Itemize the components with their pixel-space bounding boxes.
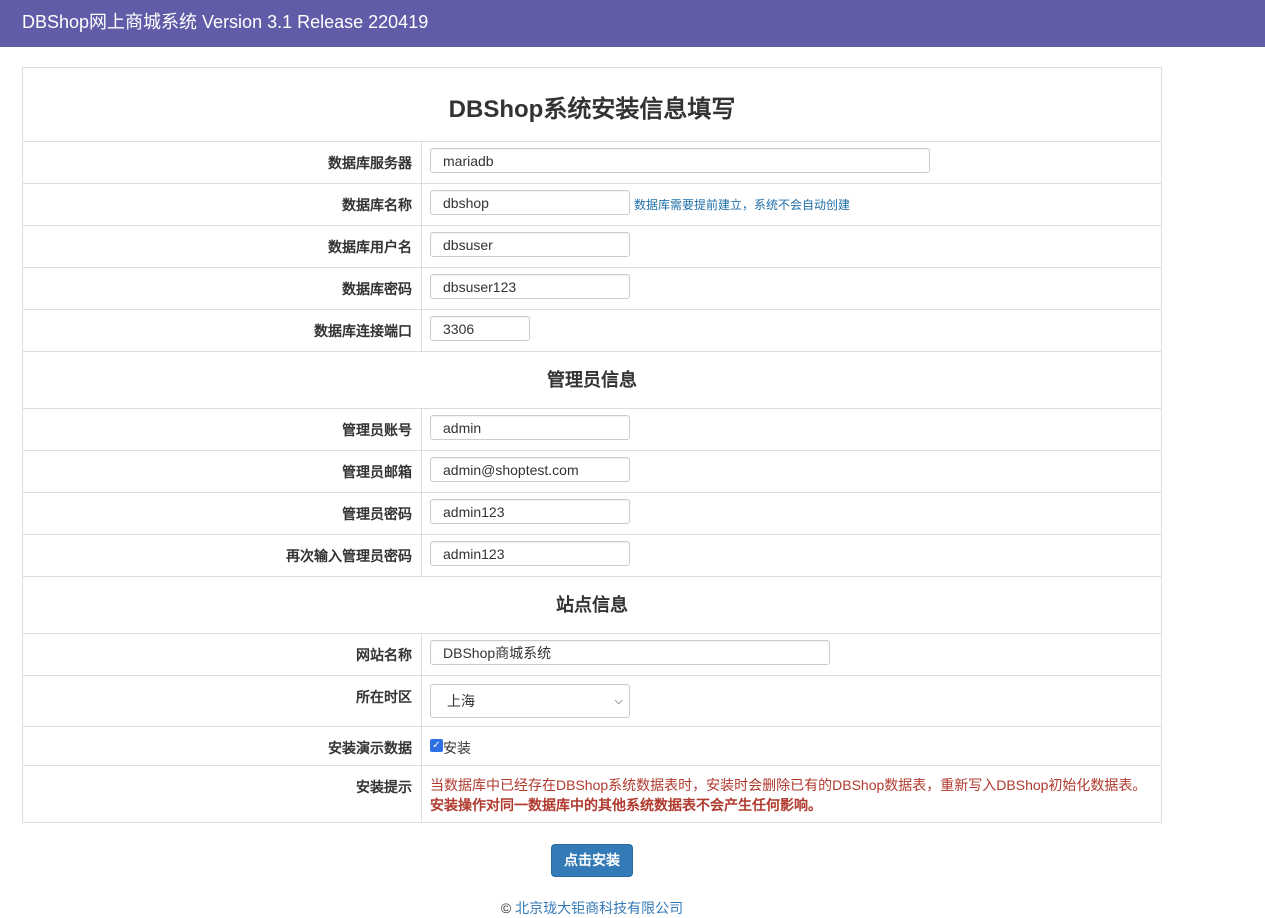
db-name-label: 数据库名称 <box>23 184 422 225</box>
site-section-title: 站点信息 <box>23 577 1161 634</box>
db-name-input[interactable] <box>430 190 630 215</box>
chevron-down-icon: ⌵ <box>614 694 623 707</box>
admin-account-row: 管理员账号 <box>23 409 1161 451</box>
install-warning-line2: 安装操作对同一数据库中的其他系统数据表不会产生任何影响。 <box>430 797 822 813</box>
copyright-symbol: © <box>500 900 512 916</box>
admin-password-label: 管理员密码 <box>23 493 422 534</box>
admin-email-input[interactable] <box>430 457 630 482</box>
install-button[interactable]: 点击安装 <box>551 844 633 877</box>
db-user-label: 数据库用户名 <box>23 226 422 267</box>
admin-section-title: 管理员信息 <box>23 352 1161 409</box>
admin-email-label: 管理员邮箱 <box>23 451 422 492</box>
db-port-input[interactable] <box>430 316 530 341</box>
timezone-row: 所在时区 上海 ⌵ <box>23 676 1161 727</box>
demo-data-checkbox[interactable]: ✓ <box>430 739 443 752</box>
db-password-row: 数据库密码 <box>23 268 1161 310</box>
admin-account-input[interactable] <box>430 415 630 440</box>
timezone-selected-value: 上海 <box>447 693 475 709</box>
site-name-label: 网站名称 <box>23 634 422 675</box>
install-hint-label: 安装提示 <box>23 766 422 822</box>
timezone-label: 所在时区 <box>23 676 422 726</box>
install-warning: 当数据库中已经存在DBShop系统数据表时，安装时会删除已有的DBShop数据表… <box>430 772 1161 815</box>
admin-password-confirm-input[interactable] <box>430 541 630 566</box>
app-header: DBShop网上商城系统 Version 3.1 Release 220419 <box>0 0 1265 47</box>
install-hint-row: 安装提示 当数据库中已经存在DBShop系统数据表时，安装时会删除已有的DBSh… <box>23 766 1161 822</box>
admin-password-confirm-row: 再次输入管理员密码 <box>23 535 1161 577</box>
demo-data-checkbox-label: 安装 <box>443 740 471 756</box>
admin-email-row: 管理员邮箱 <box>23 451 1161 493</box>
db-server-input[interactable] <box>430 148 930 173</box>
db-name-help-text: 数据库需要提前建立，系统不会自动创建 <box>634 198 851 212</box>
db-server-row: 数据库服务器 <box>23 142 1161 184</box>
db-user-row: 数据库用户名 <box>23 226 1161 268</box>
timezone-select[interactable]: 上海 ⌵ <box>430 684 630 718</box>
admin-password-row: 管理员密码 <box>23 493 1161 535</box>
db-port-row: 数据库连接端口 <box>23 310 1161 352</box>
db-user-input[interactable] <box>430 232 630 257</box>
db-port-label: 数据库连接端口 <box>23 310 422 351</box>
install-warning-line1: 当数据库中已经存在DBShop系统数据表时，安装时会删除已有的DBShop数据表… <box>430 777 1147 793</box>
admin-password-confirm-label: 再次输入管理员密码 <box>23 535 422 576</box>
site-name-input[interactable] <box>430 640 830 665</box>
demo-data-label: 安装演示数据 <box>23 727 422 765</box>
db-password-input[interactable] <box>430 274 630 299</box>
install-form-panel: DBShop系统安装信息填写 数据库服务器 数据库名称 数据库需要提前建立，系统… <box>22 67 1162 823</box>
site-name-row: 网站名称 <box>23 634 1161 676</box>
company-link[interactable]: 北京珑大钜商科技有限公司 <box>515 900 683 916</box>
admin-account-label: 管理员账号 <box>23 409 422 450</box>
footer: © 北京珑大钜商科技有限公司 <box>0 898 1184 918</box>
app-title: DBShop网上商城系统 Version 3.1 Release 220419 <box>22 12 429 32</box>
db-password-label: 数据库密码 <box>23 268 422 309</box>
page-title: DBShop系统安装信息填写 <box>23 68 1161 142</box>
db-name-row: 数据库名称 数据库需要提前建立，系统不会自动创建 <box>23 184 1161 226</box>
demo-data-row: 安装演示数据 ✓ 安装 <box>23 727 1161 766</box>
db-server-label: 数据库服务器 <box>23 142 422 183</box>
admin-password-input[interactable] <box>430 499 630 524</box>
